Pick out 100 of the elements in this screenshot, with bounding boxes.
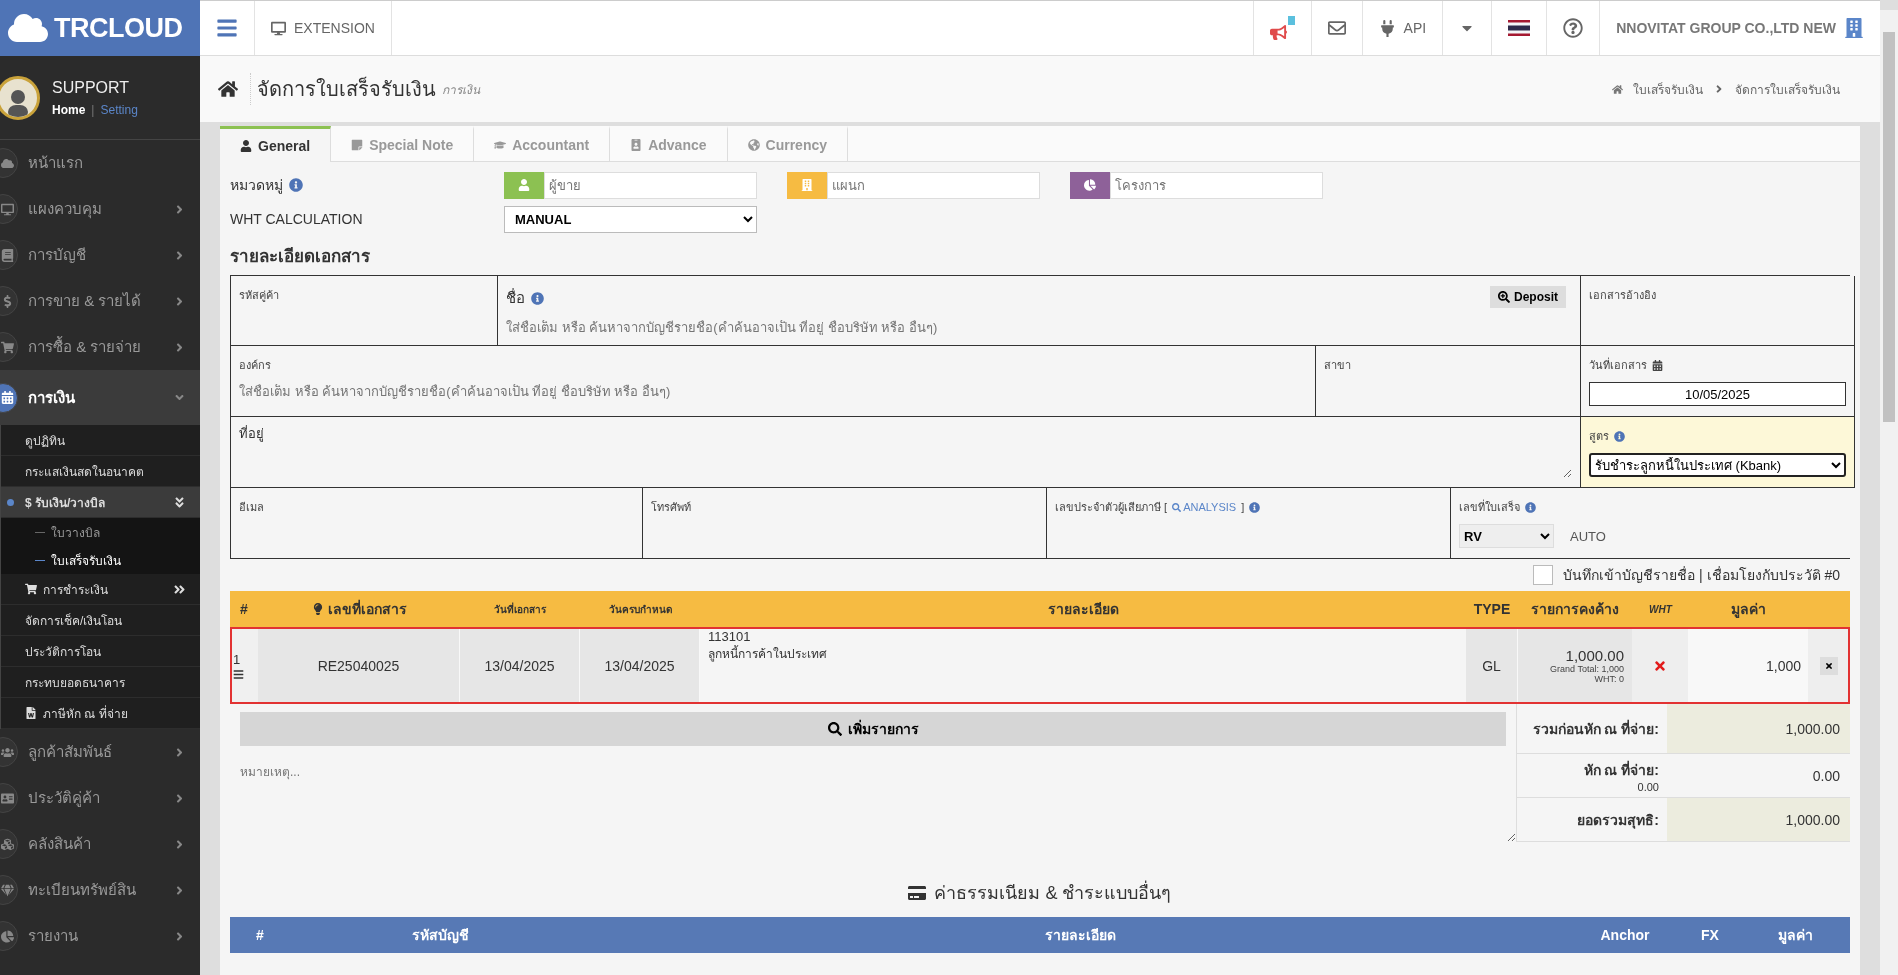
sidebar-item[interactable]: การเงิน: [0, 370, 200, 425]
submenu-item[interactable]: จัดการเช็ค/เงินโอน: [1, 605, 200, 636]
sidebar-item[interactable]: การขาย & รายได้: [0, 278, 200, 324]
field-label: เลขที่ใบเสร็จ: [1459, 498, 1520, 515]
avatar: [0, 75, 40, 120]
date-field[interactable]: 10/05/2025: [1589, 382, 1846, 406]
formula-select[interactable]: รับชำระลูกหนี้ในประเทศ (Kbank): [1589, 453, 1846, 477]
tab[interactable]: General: [220, 126, 332, 162]
info-icon[interactable]: [289, 178, 303, 192]
sidebar-item[interactable]: ประวัติคู่ค้า: [0, 775, 200, 821]
category-field[interactable]: แผนก: [827, 171, 1040, 199]
user-link[interactable]: Setting: [100, 102, 138, 117]
brand-logo[interactable]: TRCLOUD: [0, 0, 200, 56]
row-number: 1: [233, 651, 242, 667]
megaphone-icon[interactable]: [1269, 15, 1295, 41]
sidebar-item[interactable]: ทะเบียนทรัพย์สิน: [0, 867, 200, 913]
field-label: สาขา: [1324, 358, 1351, 373]
cross-icon[interactable]: [1653, 658, 1667, 673]
submenu-link[interactable]: ใบวางบิล: [1, 518, 200, 546]
drag-handle-icon[interactable]: [233, 668, 244, 680]
summary-label: หัก ณ ที่จ่าย:: [1583, 759, 1659, 780]
calendar-icon[interactable]: [1652, 359, 1663, 371]
account-name: ลูกหนี้การค้าในประเทศ: [708, 644, 828, 663]
note-icon: [351, 139, 364, 151]
help-icon[interactable]: [1563, 18, 1584, 38]
field-label: อีเมล: [239, 500, 264, 515]
graduation-cap-icon: [494, 139, 507, 151]
breadcrumb-link[interactable]: ใบเสร็จรับเงิน: [1633, 79, 1703, 99]
plug-icon: [1378, 19, 1396, 37]
summary-label: ยอดรวมสุทธิ:: [1577, 810, 1659, 831]
grand-total: Grand Total: 1,000: [1550, 664, 1624, 674]
item-row[interactable]: 1 RE25040025 13/04/2025 13/04/2025 113101 ลูกหนี้การค้าในประเทศ GL 1,000.00 Grand Total: 1,000 WHT: 0 1,000: [230, 627, 1850, 704]
breadcrumb-link[interactable]: จัดการใบเสร็จรับเงิน: [1735, 79, 1840, 99]
wht-amount: WHT: 0: [1594, 674, 1624, 684]
sidebar-item[interactable]: หน้าแรก: [0, 140, 200, 186]
info-icon[interactable]: [1249, 501, 1261, 513]
info-icon[interactable]: [531, 291, 544, 305]
close-icon: [1825, 660, 1832, 671]
category-field[interactable]: โครงการ: [1110, 171, 1323, 199]
scrollbar[interactable]: [1880, 10, 1898, 975]
info-icon[interactable]: [1614, 430, 1625, 442]
column-header: วันครบกำหนด: [608, 602, 672, 617]
field-label: โทรศัพท์: [651, 500, 691, 515]
page-title: จัดการใบเสร็จรับเงิน: [250, 73, 436, 105]
search-icon: [827, 722, 842, 736]
deposit-button[interactable]: Deposit: [1490, 286, 1566, 308]
table-cell: 13/04/2025: [580, 627, 700, 704]
bracket: ]: [1241, 501, 1245, 513]
submenu-link[interactable]: ใบเสร็จรับเงิน: [1, 546, 200, 574]
submenu-item[interactable]: ประวัติการโอน: [1, 636, 200, 667]
separator: |: [91, 102, 95, 117]
category-field[interactable]: ผู้ขาย: [544, 171, 757, 199]
extension-button[interactable]: EXTENSION: [255, 1, 392, 55]
column-header: เลขที่เอกสาร: [327, 598, 407, 619]
sidebar-item[interactable]: การบัญชี: [0, 232, 200, 278]
sidebar-item[interactable]: ลูกค้าสัมพันธ์: [0, 729, 200, 775]
submenu-item[interactable]: กระทบยอดธนาคาร: [1, 667, 200, 698]
sidebar-item[interactable]: คลังสินค้า: [0, 821, 200, 867]
add-item-button[interactable]: เพิ่มรายการ: [240, 712, 1506, 746]
wht-select[interactable]: MANUAL: [504, 205, 757, 233]
lightbulb-icon: [311, 603, 324, 615]
submenu-item[interactable]: การชำระเงิน: [1, 574, 200, 605]
section-title: รายละเอียดเอกสาร: [230, 246, 371, 268]
summary-subvalue: 0.00: [1637, 780, 1659, 793]
column-header: รายละเอียด: [1043, 926, 1117, 945]
section-title: ค่าธรรมเนียม & ชำระแบบอื่นๆ: [934, 878, 1172, 907]
field-label: WHT CALCULATION: [230, 211, 364, 227]
submenu-item[interactable]: ดูปฏิทิน: [1, 425, 200, 456]
summary-value: 1,000.00: [1667, 704, 1850, 754]
double-chevron-right-icon: [173, 582, 186, 596]
prefix-select[interactable]: RV: [1459, 524, 1554, 548]
field-label: สูตร: [1589, 429, 1609, 445]
credit-card-icon: [908, 883, 927, 902]
sidebar-item[interactable]: แผงควบคุม: [0, 186, 200, 232]
search-icon: [1172, 502, 1182, 512]
column-header: วันที่เอกสาร: [494, 601, 546, 617]
checkbox-label: บันทึกเข้าบัญชีรายชื่อ | เชื่อมโยงกับประวัติ #0: [1563, 565, 1840, 585]
sidebar-item[interactable]: การซื้อ & รายจ่าย: [0, 324, 200, 370]
value-field[interactable]: 1,000: [1689, 627, 1808, 704]
info-icon[interactable]: [1525, 501, 1536, 513]
delete-button[interactable]: [1819, 656, 1838, 675]
user-link[interactable]: Home: [52, 102, 86, 117]
account-code: 113101: [708, 629, 752, 644]
analysis-link[interactable]: ANALYSIS: [1172, 501, 1237, 513]
sidebar-item[interactable]: รายงาน: [0, 913, 200, 959]
user-name: SUPPORT: [52, 78, 131, 97]
double-chevron-down-icon: [173, 495, 186, 509]
submenu-item[interactable]: ภาษีหัก ณ ที่จ่าย: [1, 698, 200, 729]
thai-flag-icon[interactable]: [1508, 20, 1531, 36]
submenu-item[interactable]: $ รับเงิน/วางบิล: [1, 487, 200, 518]
home-icon[interactable]: [218, 79, 238, 99]
checkbox[interactable]: [1533, 565, 1554, 585]
column-header: มูลค่า: [1731, 600, 1766, 620]
column-header: รายการคงค้าง: [1531, 600, 1619, 619]
field-label: หมวดหมู่: [230, 176, 283, 196]
user-icon: [240, 139, 252, 152]
badge-icon: [630, 139, 643, 151]
api-button[interactable]: API: [1361, 1, 1443, 55]
mail-icon[interactable]: [1327, 19, 1346, 37]
summary-value: 1,000.00: [1667, 798, 1850, 842]
